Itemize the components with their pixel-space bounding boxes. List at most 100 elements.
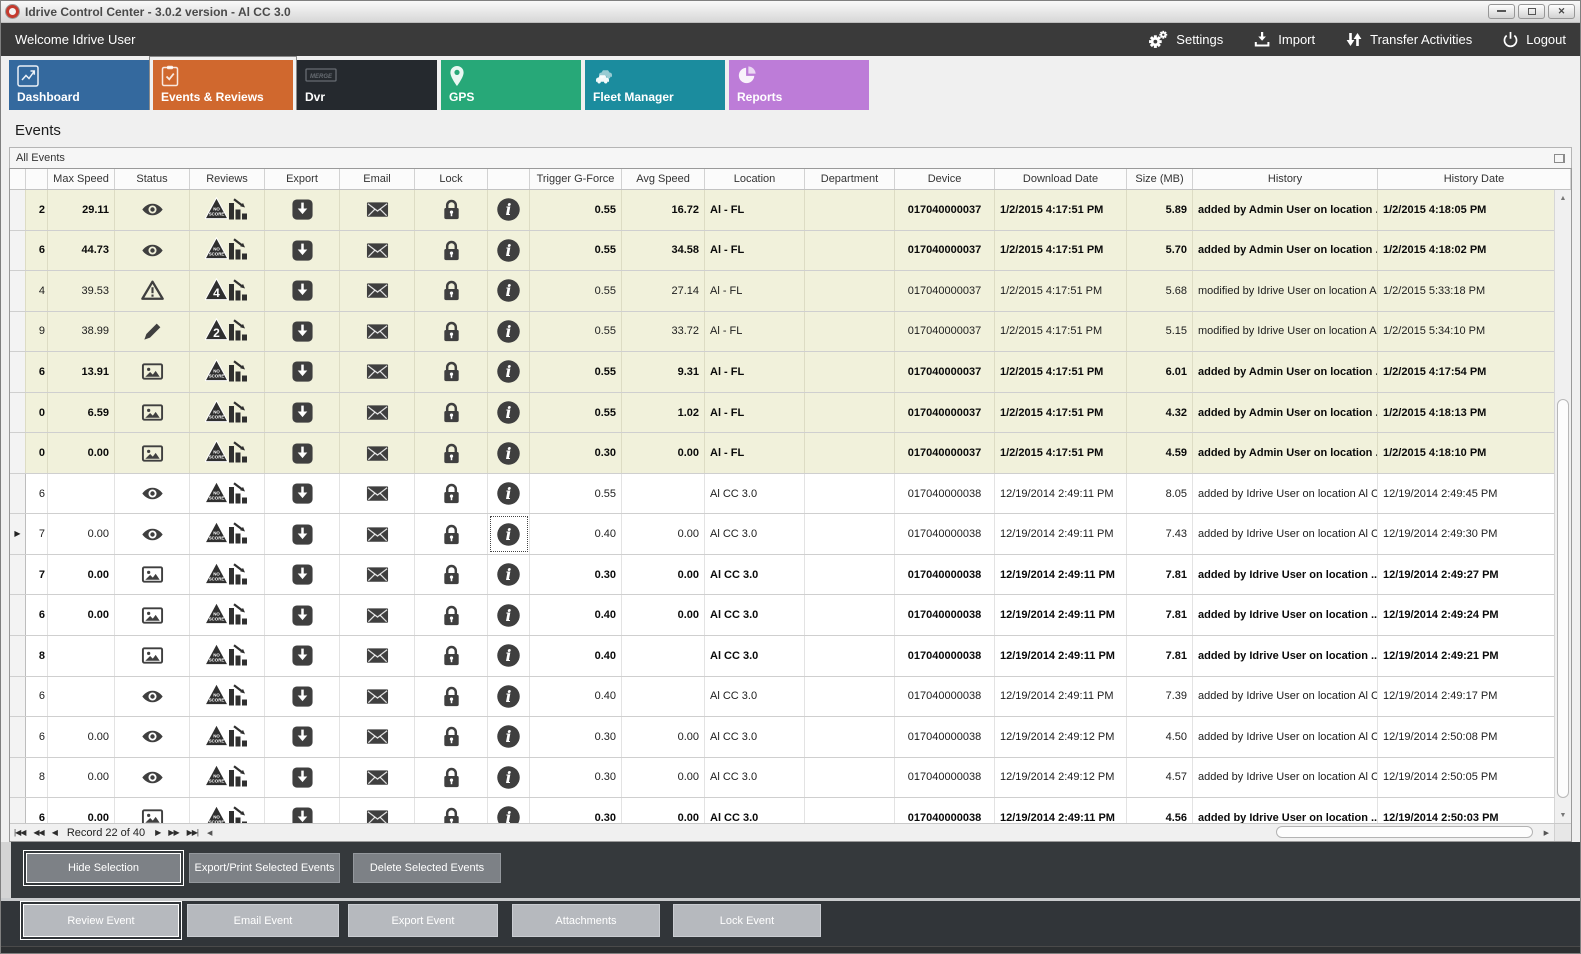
row-selector-cell[interactable]: [10, 190, 26, 230]
row-selector-cell[interactable]: [10, 677, 26, 717]
email-button-cell[interactable]: [340, 393, 415, 433]
reviews-cell[interactable]: [190, 312, 265, 352]
column-header-lock[interactable]: Lock: [415, 169, 488, 189]
lock-button-cell[interactable]: [415, 555, 488, 595]
reviews-cell[interactable]: [190, 393, 265, 433]
lock-button-cell[interactable]: [415, 717, 488, 757]
event-row[interactable]: 439.530.5527.14Al - FL0170400000371/2/20…: [10, 271, 1554, 312]
tab-dvr[interactable]: MERGE Dvr: [297, 60, 437, 110]
event-row[interactable]: 60.000.300.00Al CC 3.001704000003812/19/…: [10, 798, 1554, 824]
export-button-cell[interactable]: [265, 636, 340, 676]
row-selector-cell[interactable]: [10, 231, 26, 271]
email-button-cell[interactable]: [340, 474, 415, 514]
attachments-button[interactable]: Attachments: [512, 904, 660, 937]
tab-gps[interactable]: GPS: [441, 60, 581, 110]
lock-button-cell[interactable]: [415, 352, 488, 392]
lock-button-cell[interactable]: [415, 758, 488, 798]
reviews-cell[interactable]: [190, 474, 265, 514]
nav-first-record-button[interactable]: |◀◀: [10, 828, 29, 837]
minimize-button[interactable]: [1488, 4, 1515, 19]
lock-button-cell[interactable]: [415, 677, 488, 717]
lock-button-cell[interactable]: [415, 514, 488, 554]
review-event-button[interactable]: Review Event: [23, 904, 179, 937]
import-button[interactable]: Import: [1253, 31, 1315, 48]
email-button-cell[interactable]: [340, 595, 415, 635]
column-header-history[interactable]: History: [1193, 169, 1378, 189]
lock-button-cell[interactable]: [415, 190, 488, 230]
email-button-cell[interactable]: [340, 352, 415, 392]
info-button-cell[interactable]: [488, 474, 530, 514]
horizontal-scrollbar[interactable]: ◀ ▶: [202, 824, 1571, 841]
event-row[interactable]: 80.40Al CC 3.001704000003812/19/2014 2:4…: [10, 636, 1554, 677]
info-button-cell[interactable]: [488, 433, 530, 473]
email-button-cell[interactable]: [340, 231, 415, 271]
export-button-cell[interactable]: [265, 555, 340, 595]
export-print-selected-button[interactable]: Export/Print Selected Events: [189, 853, 340, 883]
event-row[interactable]: 60.55Al CC 3.001704000003812/19/2014 2:4…: [10, 474, 1554, 515]
export-button-cell[interactable]: [265, 798, 340, 824]
email-button-cell[interactable]: [340, 798, 415, 824]
delete-selected-button[interactable]: Delete Selected Events: [353, 853, 501, 883]
reviews-cell[interactable]: [190, 555, 265, 595]
reviews-cell[interactable]: [190, 758, 265, 798]
reviews-cell[interactable]: [190, 595, 265, 635]
info-button-cell[interactable]: [488, 190, 530, 230]
info-button-cell[interactable]: [488, 514, 530, 554]
export-button-cell[interactable]: [265, 433, 340, 473]
vertical-scroll-thumb[interactable]: [1557, 399, 1569, 798]
info-button-cell[interactable]: [488, 231, 530, 271]
tab-reports[interactable]: Reports: [729, 60, 869, 110]
lock-button-cell[interactable]: [415, 393, 488, 433]
event-row[interactable]: 00.000.300.00Al - FL0170400000371/2/2015…: [10, 433, 1554, 474]
scroll-up-icon[interactable]: ▲: [1555, 190, 1571, 206]
scroll-down-icon[interactable]: ▼: [1555, 807, 1571, 823]
info-button-cell[interactable]: [488, 595, 530, 635]
lock-button-cell[interactable]: [415, 271, 488, 311]
reviews-cell[interactable]: [190, 677, 265, 717]
column-header-device[interactable]: Device: [895, 169, 995, 189]
email-button-cell[interactable]: [340, 717, 415, 757]
vertical-scrollbar[interactable]: ▲ ▼: [1554, 190, 1571, 823]
lock-button-cell[interactable]: [415, 636, 488, 676]
lock-button-cell[interactable]: [415, 231, 488, 271]
row-selector-cell[interactable]: ▶: [10, 514, 26, 554]
reviews-cell[interactable]: [190, 231, 265, 271]
nav-last-record-button[interactable]: ▶▶|: [183, 828, 202, 837]
close-button[interactable]: ✕: [1548, 4, 1575, 19]
scroll-right-icon[interactable]: ▶: [1539, 829, 1554, 837]
row-selector-cell[interactable]: [10, 271, 26, 311]
export-button-cell[interactable]: [265, 758, 340, 798]
reviews-cell[interactable]: [190, 798, 265, 824]
horizontal-scroll-thumb[interactable]: [1276, 826, 1533, 838]
event-row[interactable]: 80.000.300.00Al CC 3.001704000003812/19/…: [10, 758, 1554, 799]
email-button-cell[interactable]: [340, 271, 415, 311]
column-header-id_fragment[interactable]: [26, 169, 48, 189]
reviews-cell[interactable]: [190, 636, 265, 676]
info-button-cell[interactable]: [488, 758, 530, 798]
column-header-email[interactable]: Email: [340, 169, 415, 189]
logout-button[interactable]: Logout: [1502, 31, 1566, 48]
tab-events-reviews[interactable]: Events & Reviews: [153, 60, 293, 110]
event-row[interactable]: 06.590.551.02Al - FL0170400000371/2/2015…: [10, 393, 1554, 434]
row-selector-cell[interactable]: [10, 433, 26, 473]
event-row[interactable]: ▶70.000.400.00Al CC 3.001704000003812/19…: [10, 514, 1554, 555]
lock-button-cell[interactable]: [415, 433, 488, 473]
reviews-cell[interactable]: [190, 352, 265, 392]
export-button-cell[interactable]: [265, 595, 340, 635]
column-header-max_speed[interactable]: Max Speed: [48, 169, 115, 189]
column-header-avg_speed[interactable]: Avg Speed: [622, 169, 705, 189]
info-button-cell[interactable]: [488, 636, 530, 676]
event-row[interactable]: 60.000.400.00Al CC 3.001704000003812/19/…: [10, 595, 1554, 636]
column-header-trigger_g_force[interactable]: Trigger G-Force: [530, 169, 622, 189]
export-button-cell[interactable]: [265, 271, 340, 311]
email-button-cell[interactable]: [340, 190, 415, 230]
export-button-cell[interactable]: [265, 677, 340, 717]
nav-next-record-button[interactable]: ▶: [151, 828, 164, 837]
transfer-activities-button[interactable]: Transfer Activities: [1345, 31, 1472, 48]
export-button-cell[interactable]: [265, 352, 340, 392]
event-row[interactable]: 938.990.5533.72Al - FL0170400000371/2/20…: [10, 312, 1554, 353]
column-header-size_mb[interactable]: Size (MB): [1127, 169, 1193, 189]
email-button-cell[interactable]: [340, 677, 415, 717]
tab-fleet-manager[interactable]: Fleet Manager: [585, 60, 725, 110]
event-row[interactable]: 613.910.559.31Al - FL0170400000371/2/201…: [10, 352, 1554, 393]
